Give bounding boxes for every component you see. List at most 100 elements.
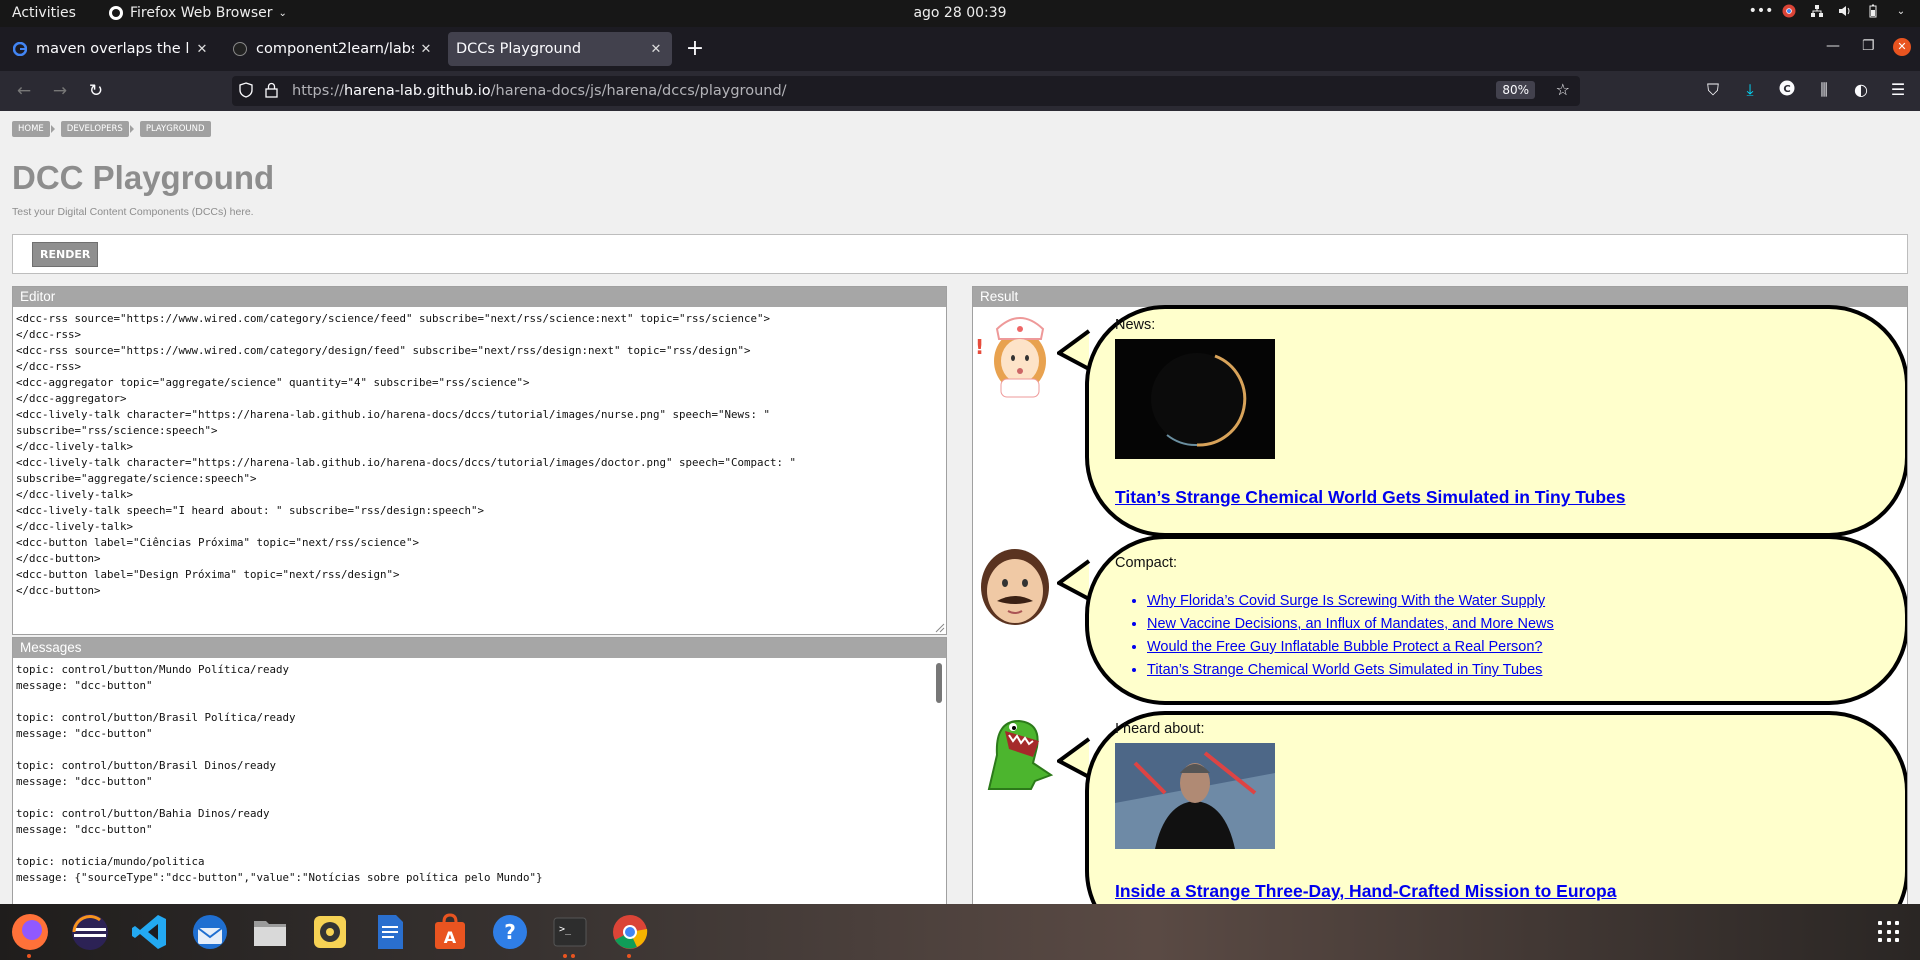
volume-icon[interactable]	[1838, 4, 1852, 18]
running-indicator	[571, 954, 575, 958]
new-tab-button[interactable]: +	[683, 38, 707, 62]
close-tab-icon[interactable]: ✕	[194, 42, 210, 57]
battery-icon[interactable]	[1866, 4, 1880, 18]
dinosaur-character-icon	[987, 719, 1054, 790]
tab-strip: maven overlaps the locat ✕ component2lea…	[0, 27, 1920, 71]
speech-bubble-heard: I heard about: Inside a Strange Three-Da…	[1085, 711, 1907, 904]
reload-button[interactable]: ↻	[84, 79, 108, 103]
rhythmbox-icon[interactable]	[306, 910, 353, 954]
terminal-icon[interactable]: >_	[546, 910, 593, 958]
breadcrumb-arrow	[50, 125, 55, 133]
tab-maven[interactable]: maven overlaps the locat ✕	[4, 32, 218, 66]
editor-header: Editor	[13, 287, 946, 307]
ubuntu-dock: A ? >_	[0, 904, 1920, 960]
resize-handle-icon[interactable]	[935, 623, 945, 633]
url-path: /harena-docs/js/harena/dccs/playground/	[490, 83, 787, 99]
chevron-down-icon: ⌄	[278, 7, 287, 19]
network-icon[interactable]	[1810, 4, 1824, 18]
dock-icons: A ? >_	[6, 910, 653, 958]
messages-panel: Messages topic: control/button/Mundo Pol…	[12, 637, 947, 904]
tab-component2learn[interactable]: component2learn/labs/2 ✕	[224, 32, 442, 66]
messages-log[interactable]: topic: control/button/Mundo Política/rea…	[13, 658, 946, 904]
account-icon[interactable]: ◐	[1851, 80, 1871, 100]
nurse-character-icon: !	[975, 317, 1046, 398]
forward-button[interactable]: →	[48, 79, 72, 103]
speech-label: I heard about:	[1115, 721, 1205, 737]
extension-c-icon[interactable]: C	[1777, 80, 1797, 100]
news-link-item[interactable]: New Vaccine Decisions, an Influx of Mand…	[1147, 616, 1554, 632]
result-header: Result	[973, 287, 1907, 307]
firefox-icon[interactable]	[6, 910, 53, 958]
url-host: harena-lab.github.io	[343, 83, 491, 99]
files-icon[interactable]	[246, 910, 293, 954]
restore-button[interactable]: ❐	[1862, 38, 1875, 54]
design-article-link[interactable]: Inside a Strange Three-Day, Hand-Crafted…	[1115, 881, 1616, 902]
speech-label: Compact:	[1115, 555, 1178, 571]
breadcrumb-home[interactable]: HOME	[12, 121, 50, 137]
downloads-icon[interactable]: ⤓	[1740, 80, 1760, 100]
messages-header: Messages	[13, 638, 946, 658]
running-indicator	[627, 954, 631, 958]
svg-text:C: C	[1783, 84, 1790, 95]
result-panel: Result ! News: Titan’s Strange Chemical …	[972, 286, 1908, 904]
svg-text:?: ?	[504, 920, 516, 944]
bookmark-star-icon[interactable]: ☆	[1556, 80, 1570, 99]
running-indicator	[563, 954, 567, 958]
chrome-icon[interactable]	[606, 910, 653, 958]
breadcrumb: HOME DEVELOPERS PLAYGROUND	[12, 121, 211, 137]
eclipse-icon[interactable]	[66, 910, 113, 954]
clock[interactable]: ago 28 00:39	[0, 5, 1920, 21]
speech-label: News:	[1115, 317, 1156, 333]
url-scheme: https://	[292, 83, 344, 99]
library-icon[interactable]: ⫼	[1814, 80, 1834, 100]
news-article-link[interactable]: Titan’s Strange Chemical World Gets Simu…	[1115, 487, 1626, 508]
news-link-item[interactable]: Titan’s Strange Chemical World Gets Simu…	[1147, 662, 1554, 678]
more-icon[interactable]: •••	[1749, 3, 1774, 19]
lock-icon[interactable]	[265, 82, 278, 102]
close-window-button[interactable]: ✕	[1893, 38, 1911, 56]
close-tab-icon[interactable]: ✕	[418, 42, 434, 57]
url-text[interactable]: https://harena-lab.github.io/harena-docs…	[292, 83, 787, 99]
page-title: DCC Playground	[12, 159, 275, 196]
minimize-button[interactable]: —	[1826, 38, 1840, 54]
tab-label: DCCs Playground	[456, 41, 582, 57]
github-icon	[232, 41, 248, 57]
speech-bubble-news: News: Titan’s Strange Chemical World Get…	[1085, 305, 1907, 537]
news-link-item[interactable]: Would the Free Guy Inflatable Bubble Pro…	[1147, 639, 1554, 655]
chrome-tray-icon[interactable]	[1782, 4, 1796, 18]
tab-label: maven overlaps the locat	[36, 41, 190, 57]
breadcrumb-arrow	[129, 125, 134, 133]
breadcrumb-playground[interactable]: PLAYGROUND	[139, 121, 211, 137]
render-button[interactable]: RENDER	[32, 242, 99, 267]
system-tray[interactable]: ••• ⌄	[1749, 3, 1908, 19]
software-icon[interactable]: A	[426, 910, 473, 954]
tab-label: component2learn/labs/2	[256, 41, 414, 57]
writer-icon[interactable]	[366, 910, 413, 954]
tracking-shield-icon[interactable]	[239, 82, 253, 102]
editor-textarea[interactable]: <dcc-rss source="https://www.wired.com/c…	[13, 307, 946, 603]
svg-text:!: !	[975, 335, 984, 359]
activities-button[interactable]: Activities	[12, 5, 76, 21]
vscode-icon[interactable]	[126, 910, 173, 954]
speech-bubble-compact: Compact: Why Florida’s Covid Surge Is Sc…	[1085, 535, 1907, 705]
zoom-indicator[interactable]: 80%	[1496, 81, 1535, 99]
tab-dccs-playground[interactable]: DCCs Playground ✕	[448, 32, 672, 66]
running-indicator	[27, 954, 31, 958]
breadcrumb-developers[interactable]: DEVELOPERS	[60, 121, 129, 137]
messages-scrollbar[interactable]	[936, 663, 942, 703]
help-icon[interactable]: ?	[486, 910, 533, 954]
titan-image	[1115, 339, 1275, 459]
close-tab-icon[interactable]: ✕	[648, 42, 664, 57]
power-menu-chevron-icon[interactable]: ⌄	[1894, 4, 1908, 18]
hamburger-menu-icon[interactable]: ☰	[1888, 80, 1908, 100]
render-toolbar: RENDER	[12, 234, 1908, 274]
svg-text:>_: >_	[559, 924, 572, 935]
thunderbird-icon[interactable]	[186, 910, 233, 954]
show-applications-icon[interactable]	[1878, 921, 1900, 943]
firefox-small-icon	[109, 6, 123, 20]
url-bar[interactable]: https://harena-lab.github.io/harena-docs…	[232, 76, 1580, 106]
app-menu[interactable]: Firefox Web Browser ⌄	[108, 5, 287, 21]
back-button[interactable]: ←	[12, 79, 36, 103]
pocket-icon[interactable]: ⛉	[1703, 80, 1723, 100]
news-link-item[interactable]: Why Florida’s Covid Surge Is Screwing Wi…	[1147, 593, 1554, 609]
